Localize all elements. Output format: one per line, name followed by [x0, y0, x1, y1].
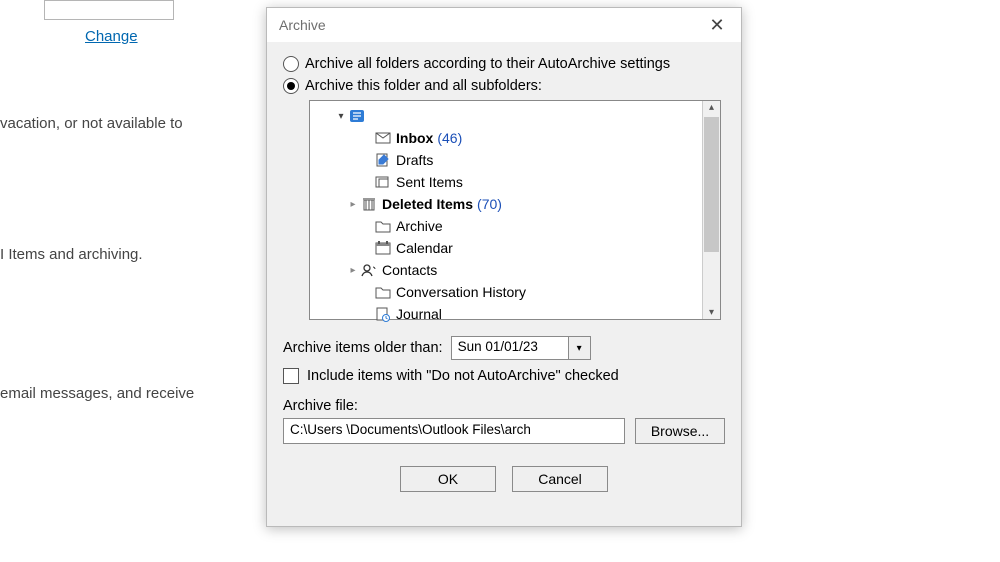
- archive-dialog: Archive ✕ Archive all folders according …: [266, 7, 742, 527]
- tree-item-label: Sent Items: [396, 174, 463, 190]
- tree-item-archive[interactable]: Archive: [316, 215, 720, 237]
- tree-item-account[interactable]: [316, 105, 720, 127]
- radio-archive-this[interactable]: Archive this folder and all subfolders:: [283, 78, 725, 94]
- close-icon[interactable]: ✕: [705, 16, 729, 34]
- tree-item-count: (46): [437, 130, 462, 146]
- checkbox-icon: [283, 368, 299, 384]
- date-dropdown-button[interactable]: ▾: [569, 336, 591, 360]
- radio-this-label: Archive this folder and all subfolders:: [305, 78, 542, 94]
- tree-item-label: Journal: [396, 306, 442, 322]
- tree-item-calendar[interactable]: Calendar: [316, 237, 720, 259]
- older-than-date-input[interactable]: Sun 01/01/23: [451, 336, 569, 360]
- scroll-up-icon[interactable]: ▴: [703, 102, 720, 113]
- calendar-icon: [374, 240, 392, 256]
- tree-item-count: (70): [477, 196, 502, 212]
- folder-tree[interactable]: Inbox(46)DraftsSent ItemsDeleted Items(7…: [309, 100, 721, 320]
- journal-icon: [374, 306, 392, 322]
- tree-item-label: Inbox: [396, 130, 433, 146]
- drafts-icon: [374, 152, 392, 168]
- trash-icon: [360, 196, 378, 212]
- archive-file-label: Archive file:: [283, 398, 725, 414]
- tree-item-deleted-items[interactable]: Deleted Items(70): [316, 193, 720, 215]
- tree-item-contacts[interactable]: Contacts: [316, 259, 720, 281]
- tree-item-inbox[interactable]: Inbox(46): [316, 127, 720, 149]
- tree-item-label: Drafts: [396, 152, 433, 168]
- folder-icon: [374, 218, 392, 234]
- background-text-3: email messages, and receive: [0, 385, 194, 402]
- sent-icon: [374, 174, 392, 190]
- older-than-label: Archive items older than:: [283, 340, 443, 356]
- tree-item-label: Calendar: [396, 240, 453, 256]
- include-checkbox-label: Include items with "Do not AutoArchive" …: [307, 368, 619, 384]
- contacts-icon: [360, 262, 378, 278]
- include-do-not-autoarchive[interactable]: Include items with "Do not AutoArchive" …: [283, 368, 725, 384]
- background-text-2: I Items and archiving.: [0, 246, 143, 263]
- tree-item-label: Archive: [396, 218, 443, 234]
- scroll-down-icon[interactable]: ▾: [703, 307, 720, 318]
- account-icon: [348, 108, 366, 124]
- mail-icon: [374, 130, 392, 146]
- browse-button[interactable]: Browse...: [635, 418, 725, 444]
- ok-button[interactable]: OK: [400, 466, 496, 492]
- tree-item-label: Conversation History: [396, 284, 526, 300]
- radio-icon: [283, 56, 299, 72]
- tree-item-conversation-history[interactable]: Conversation History: [316, 281, 720, 303]
- expander-icon[interactable]: [346, 265, 360, 276]
- chevron-down-icon: ▾: [577, 343, 582, 354]
- tree-item-drafts[interactable]: Drafts: [316, 149, 720, 171]
- cancel-button[interactable]: Cancel: [512, 466, 608, 492]
- radio-all-label: Archive all folders according to their A…: [305, 56, 670, 72]
- folder-icon: [374, 284, 392, 300]
- tree-item-journal[interactable]: Journal: [316, 303, 720, 325]
- scroll-thumb[interactable]: [704, 117, 719, 252]
- tree-item-label: Deleted Items: [382, 196, 473, 212]
- background-thumbnail: [44, 0, 174, 20]
- archive-file-path-input[interactable]: C:\Users \Documents\Outlook Files\arch: [283, 418, 625, 444]
- tree-scrollbar[interactable]: ▴ ▾: [702, 101, 720, 319]
- tree-item-label: Contacts: [382, 262, 437, 278]
- expander-icon[interactable]: [334, 111, 348, 122]
- change-link[interactable]: Change: [85, 28, 138, 45]
- expander-icon[interactable]: [346, 199, 360, 210]
- radio-icon: [283, 78, 299, 94]
- dialog-titlebar: Archive ✕: [267, 8, 741, 42]
- background-text-1: vacation, or not available to: [0, 115, 183, 132]
- tree-item-sent-items[interactable]: Sent Items: [316, 171, 720, 193]
- radio-archive-all[interactable]: Archive all folders according to their A…: [283, 56, 725, 72]
- dialog-title: Archive: [279, 17, 326, 33]
